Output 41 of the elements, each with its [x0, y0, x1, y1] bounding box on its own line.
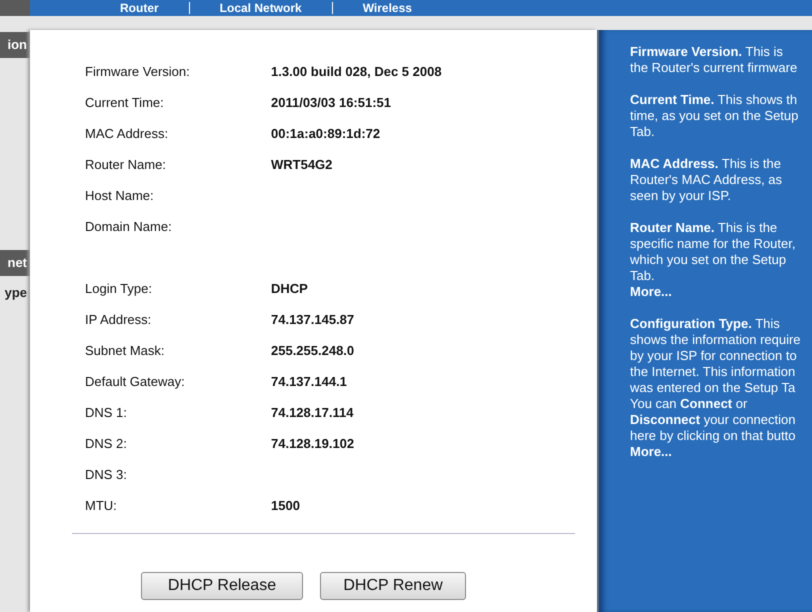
field-value: 74.137.145.87 — [271, 312, 354, 327]
field-label: Router Name: — [85, 157, 167, 172]
field-value: WRT54G2 — [271, 157, 332, 172]
release-button[interactable]: DHCP Release — [141, 572, 303, 600]
menu-item[interactable]: ype — [0, 280, 30, 306]
nav-tab[interactable]: Wireless — [332, 0, 442, 16]
field-label: MAC Address: — [85, 126, 170, 141]
nav-bar-corner — [0, 0, 30, 16]
help-paragraph: Router Name. This is the specific name for the Router, which you set on the Setup Tab. — [630, 220, 796, 284]
field-label: MTU: — [85, 498, 118, 513]
field-value: 1.3.00 build 028, Dec 5 2008 — [271, 64, 442, 79]
field-label: Host Name: — [85, 188, 155, 203]
field-value: DHCP — [271, 281, 308, 296]
field-label: DNS 2: — [85, 436, 128, 451]
field-label: Current Time: — [85, 95, 165, 110]
field-label: Default Gateway: — [85, 374, 186, 389]
menu-section-header[interactable]: net — [0, 250, 30, 276]
field-label: IP Address: — [85, 312, 152, 327]
field-label: DNS 3: — [85, 467, 128, 482]
more-link[interactable]: More... — [630, 444, 812, 460]
field-value: 74.128.17.114 — [271, 405, 354, 420]
more-link[interactable]: More... — [630, 284, 812, 300]
field-value: 00:1a:a0:89:1d:72 — [271, 126, 380, 141]
field-label: Login Type: — [85, 281, 153, 296]
field-value: 2011/03/03 16:51:51 — [271, 95, 391, 110]
help-paragraph: Current Time. This shows th time, as you set on the Setup Tab. — [630, 92, 800, 140]
menu-section-header[interactable]: ion — [0, 32, 30, 58]
field-value: 1500 — [271, 498, 300, 513]
field-label: Firmware Version: — [85, 64, 191, 79]
help-paragraph: MAC Address. This is the Router's MAC Address, as seen by your ISP. — [630, 156, 784, 204]
nav-tab[interactable]: Local Network — [190, 0, 332, 16]
field-label: Subnet Mask: — [85, 343, 166, 358]
help-paragraph: Firmware Version. This is the Router's current firmware — [630, 44, 798, 76]
help-paragraph: Configuration Type. This shows the information require by your ISP for connection to the Internet. This information was entered on the Setup Ta You can Connect or Disconnect your connection here by clicking on that butto — [630, 316, 802, 444]
field-value: 74.128.19.102 — [271, 436, 354, 451]
field-value: 255.255.248.0 — [271, 343, 354, 358]
field-value: 74.137.144.1 — [271, 374, 347, 389]
renew-button[interactable]: DHCP Renew — [320, 572, 466, 600]
field-label: DNS 1: — [85, 405, 128, 420]
nav-tab[interactable]: Router — [90, 0, 189, 16]
field-label: Domain Name: — [85, 219, 173, 234]
